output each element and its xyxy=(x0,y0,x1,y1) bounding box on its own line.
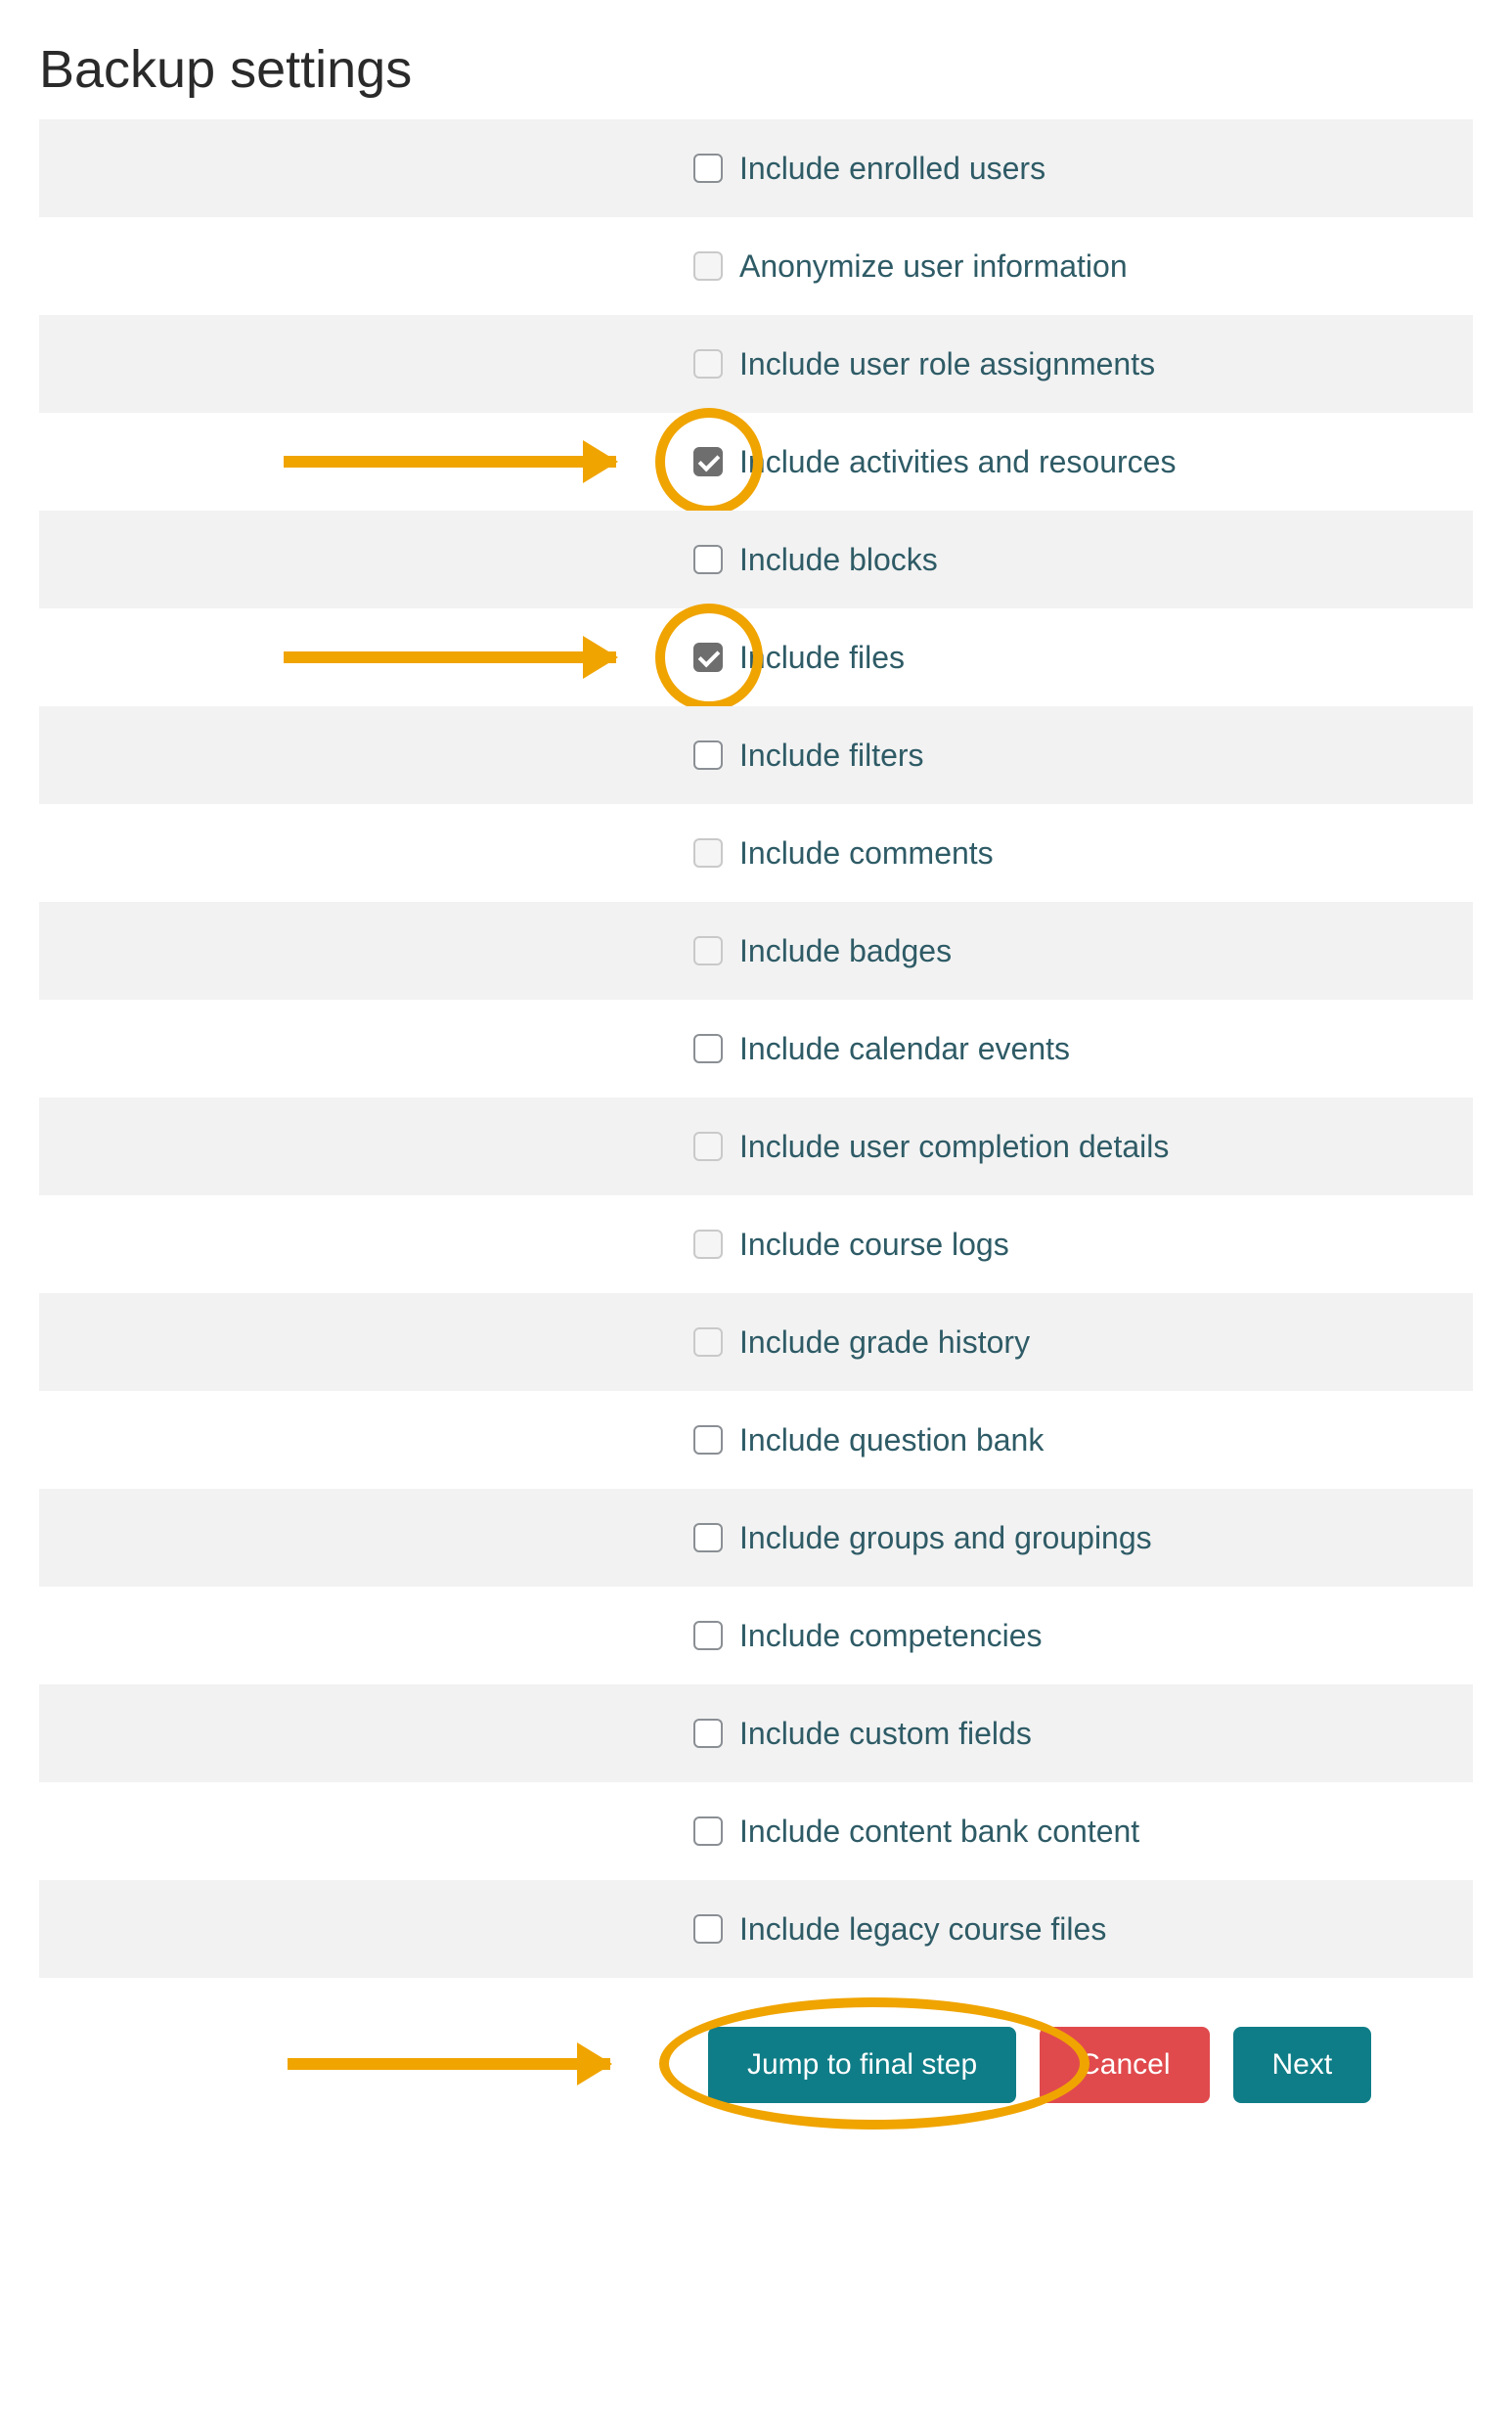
setting-checkbox xyxy=(693,1230,723,1259)
setting-label: Include user role assignments xyxy=(732,346,1155,382)
setting-label: Include custom fields xyxy=(732,1716,1032,1752)
setting-label: Include badges xyxy=(732,933,952,969)
setting-row: Include user role assignments xyxy=(39,315,1473,413)
setting-checkbox[interactable] xyxy=(693,1719,723,1748)
setting-checkbox xyxy=(693,251,723,281)
setting-row: Include badges xyxy=(39,902,1473,1000)
setting-label: Include comments xyxy=(732,835,994,872)
setting-row: Anonymize user information xyxy=(39,217,1473,315)
setting-checkbox[interactable] xyxy=(693,1425,723,1455)
setting-checkbox[interactable] xyxy=(693,643,723,672)
setting-checkbox[interactable] xyxy=(693,1523,723,1552)
annotation-arrow-icon xyxy=(288,2058,610,2070)
button-row: Jump to final step Cancel Next xyxy=(39,1978,1473,2103)
setting-row: Include filters xyxy=(39,706,1473,804)
setting-checkbox xyxy=(693,838,723,868)
setting-label: Include user completion details xyxy=(732,1129,1169,1165)
setting-checkbox xyxy=(693,349,723,379)
annotation-arrow-icon xyxy=(284,456,616,468)
cancel-button[interactable]: Cancel xyxy=(1040,2027,1209,2103)
setting-row: Include user completion details xyxy=(39,1098,1473,1195)
setting-checkbox xyxy=(693,936,723,965)
next-button[interactable]: Next xyxy=(1233,2027,1372,2103)
jump-to-final-step-button[interactable]: Jump to final step xyxy=(708,2027,1016,2103)
setting-label: Include enrolled users xyxy=(732,151,1045,187)
setting-checkbox[interactable] xyxy=(693,447,723,476)
setting-label: Include competencies xyxy=(732,1618,1043,1654)
setting-checkbox xyxy=(693,1132,723,1161)
setting-checkbox[interactable] xyxy=(693,1816,723,1846)
setting-checkbox[interactable] xyxy=(693,1621,723,1650)
setting-label: Include blocks xyxy=(732,542,938,578)
setting-label: Include course logs xyxy=(732,1227,1009,1263)
setting-label: Include filters xyxy=(732,738,924,774)
setting-row: Include calendar events xyxy=(39,1000,1473,1098)
setting-label: Anonymize user information xyxy=(732,248,1128,285)
setting-row: Include custom fields xyxy=(39,1684,1473,1782)
setting-label: Include legacy course files xyxy=(732,1911,1106,1948)
setting-checkbox[interactable] xyxy=(693,1914,723,1944)
setting-row: Include groups and groupings xyxy=(39,1489,1473,1587)
setting-label: Include content bank content xyxy=(732,1814,1139,1850)
setting-label: Include groups and groupings xyxy=(732,1520,1152,1556)
setting-label: Include grade history xyxy=(732,1324,1030,1361)
setting-checkbox[interactable] xyxy=(693,154,723,183)
setting-checkbox[interactable] xyxy=(693,1034,723,1063)
setting-row: Include grade history xyxy=(39,1293,1473,1391)
setting-checkbox[interactable] xyxy=(693,545,723,574)
setting-row: Include competencies xyxy=(39,1587,1473,1684)
settings-list: Include enrolled users Anonymize user inf… xyxy=(39,119,1473,1978)
setting-label: Include calendar events xyxy=(732,1031,1070,1067)
setting-row: Include files xyxy=(39,608,1473,706)
setting-checkbox xyxy=(693,1327,723,1357)
setting-row: Include comments xyxy=(39,804,1473,902)
annotation-arrow-icon xyxy=(284,651,616,663)
setting-checkbox[interactable] xyxy=(693,740,723,770)
setting-row: Include activities and resources xyxy=(39,413,1473,511)
setting-row: Include legacy course files xyxy=(39,1880,1473,1978)
setting-row: Include blocks xyxy=(39,511,1473,608)
setting-label: Include activities and resources xyxy=(732,444,1176,480)
setting-row: Include enrolled users xyxy=(39,119,1473,217)
setting-label: Include files xyxy=(732,640,905,676)
setting-row: Include question bank xyxy=(39,1391,1473,1489)
setting-row: Include content bank content xyxy=(39,1782,1473,1880)
page-title: Backup settings xyxy=(39,39,1473,100)
setting-row: Include course logs xyxy=(39,1195,1473,1293)
setting-label: Include question bank xyxy=(732,1422,1044,1458)
